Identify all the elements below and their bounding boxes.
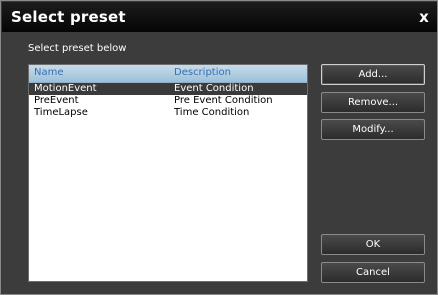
preset-name: MotionEvent — [34, 83, 97, 94]
select-preset-dialog: Select preset x Select preset below Name… — [0, 0, 438, 295]
dialog-body: Select preset below Name Description Mot… — [2, 32, 437, 294]
list-header: Name Description — [29, 65, 307, 83]
preset-name: TimeLapse — [34, 107, 88, 118]
modify-button[interactable]: Modify... — [321, 119, 425, 140]
title-bar[interactable]: Select preset x — [2, 2, 437, 32]
add-button[interactable]: Add... — [321, 64, 425, 85]
ok-button[interactable]: OK — [321, 234, 425, 255]
dialog-title: Select preset — [11, 8, 126, 26]
preset-name: PreEvent — [34, 95, 79, 106]
list-item[interactable]: PreEvent Pre Event Condition — [29, 95, 307, 107]
prompt-label: Select preset below — [28, 43, 127, 54]
column-header-name[interactable]: Name — [34, 67, 64, 78]
preset-list[interactable]: Name Description MotionEvent Event Condi… — [28, 64, 308, 282]
preset-description: Time Condition — [174, 107, 250, 118]
preset-description: Event Condition — [174, 83, 254, 94]
remove-button[interactable]: Remove... — [321, 92, 425, 113]
list-item[interactable]: TimeLapse Time Condition — [29, 107, 307, 119]
preset-description: Pre Event Condition — [174, 95, 273, 106]
cancel-button[interactable]: Cancel — [321, 262, 425, 283]
close-icon[interactable]: x — [416, 9, 432, 25]
column-header-description[interactable]: Description — [174, 67, 231, 78]
list-item[interactable]: MotionEvent Event Condition — [29, 83, 307, 95]
